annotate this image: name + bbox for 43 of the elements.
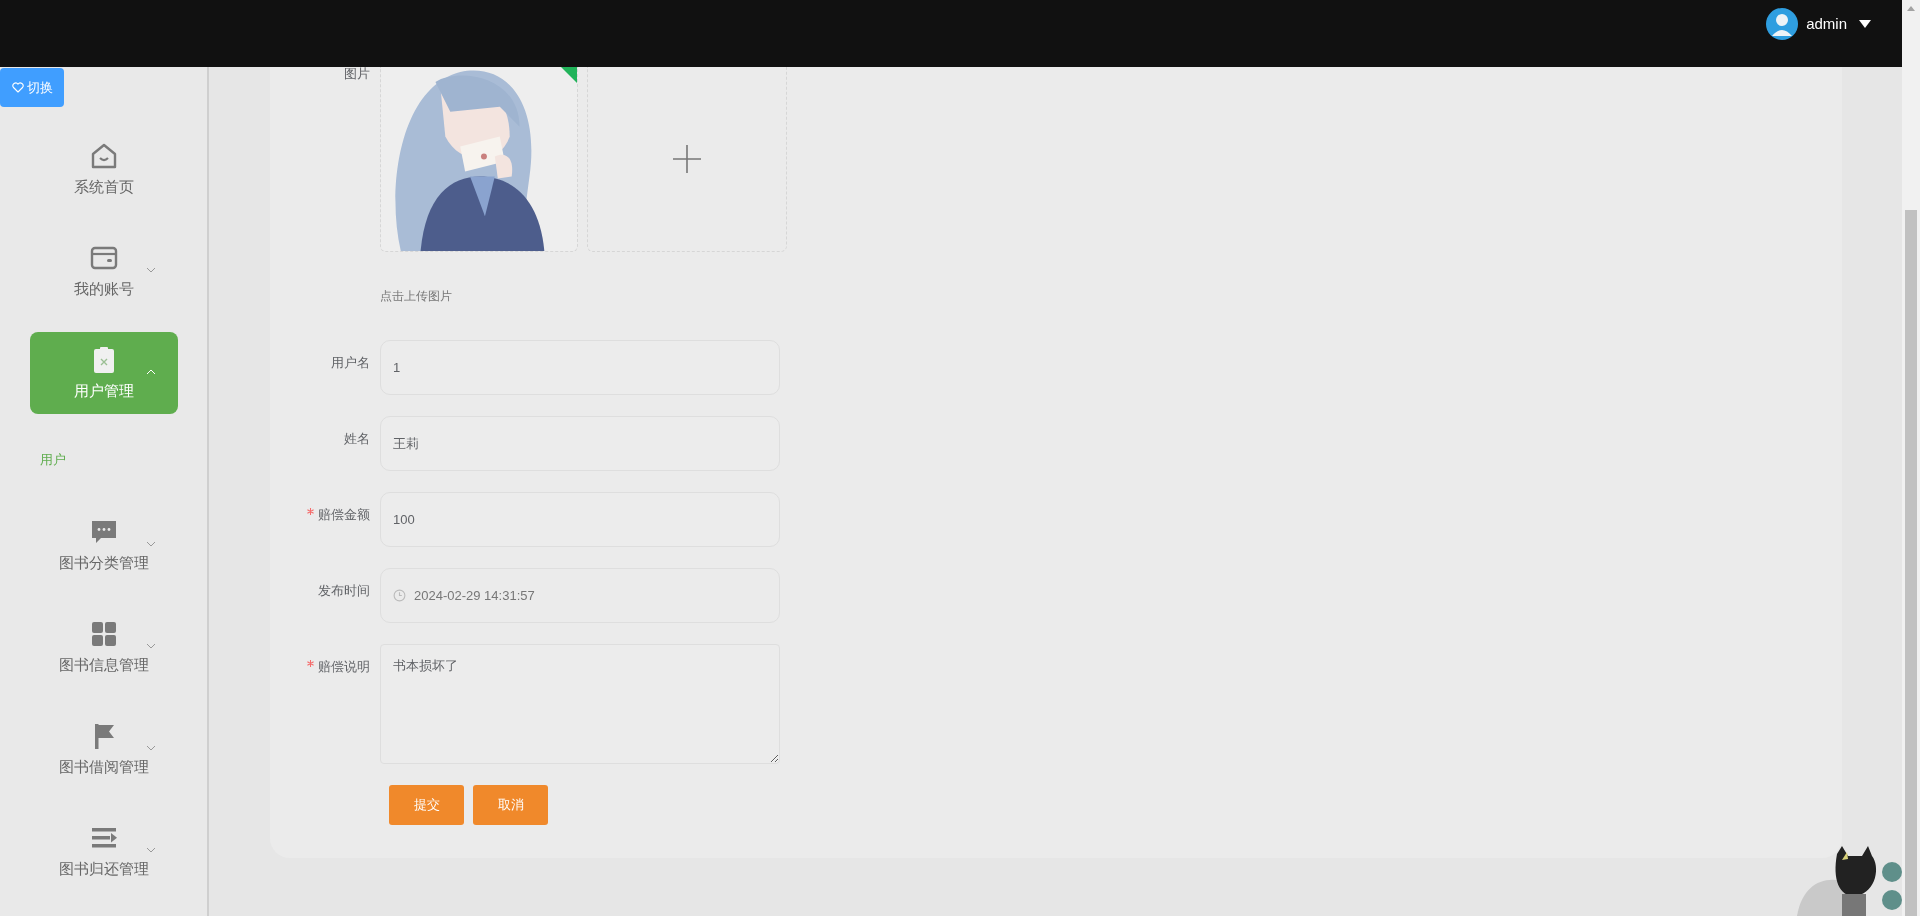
menu-label: 图书借阅管理 — [58, 758, 149, 777]
form-button[interactable]: 取消 — [473, 785, 548, 825]
field-label: 发布时间 — [317, 582, 371, 600]
switch-button[interactable]: 切换 — [0, 68, 64, 107]
menu-item[interactable]: 用户管理 — [29, 332, 178, 414]
heart-icon — [11, 82, 24, 93]
field-label: 赔偿说明 — [270, 644, 380, 676]
menu-label: 系统首页 — [73, 178, 134, 197]
field-label: 用户名 — [330, 354, 371, 372]
widget-button[interactable] — [1882, 890, 1902, 910]
text-area[interactable]: 书本损坏了 — [380, 644, 780, 764]
menu-item[interactable]: 我的账号 — [29, 230, 178, 312]
widget-button[interactable] — [1882, 862, 1902, 882]
menu-item[interactable]: 图书分类管理 — [29, 504, 178, 586]
menu-label: 用户管理 — [73, 382, 134, 401]
required-mark-icon — [307, 660, 314, 667]
user-name[interactable]: admin — [1806, 15, 1847, 32]
form-button[interactable]: 提交 — [389, 785, 464, 825]
text-field[interactable]: 1 — [380, 340, 780, 395]
menu-label: 我的账号 — [73, 280, 134, 299]
upload-hint: 点击上传图片 — [380, 288, 452, 305]
success-corner-icon — [561, 67, 577, 83]
scroll-up-icon[interactable] — [1907, 6, 1915, 11]
field-label: 姓名 — [343, 430, 371, 448]
required-mark-icon — [307, 508, 314, 515]
menu-item[interactable]: 图书归还管理 — [29, 810, 178, 892]
text-field[interactable]: 王莉 — [380, 416, 780, 471]
caret-icon[interactable] — [1859, 19, 1871, 28]
menu-label: 图书分类管理 — [58, 554, 149, 573]
date-field[interactable]: 2024-02-29 14:31:57 — [380, 568, 780, 623]
menu-label: 图书归还管理 — [58, 860, 149, 879]
menu-label: 图书信息管理 — [58, 656, 149, 675]
scrollbar[interactable] — [1902, 0, 1920, 916]
menu-item[interactable]: 图书借阅管理 — [29, 708, 178, 790]
avatar-icon — [1766, 7, 1799, 40]
clock-icon — [393, 589, 406, 602]
text-field[interactable]: 100 — [380, 492, 780, 547]
scrollbar-thumb[interactable] — [1905, 210, 1917, 916]
plus-icon — [673, 145, 701, 173]
menu-item[interactable]: 系统首页 — [29, 128, 178, 210]
field-label: 图片 — [343, 65, 371, 83]
field-label: 赔偿金额 — [270, 492, 380, 524]
menu-item[interactable]: 图书信息管理 — [29, 606, 178, 688]
